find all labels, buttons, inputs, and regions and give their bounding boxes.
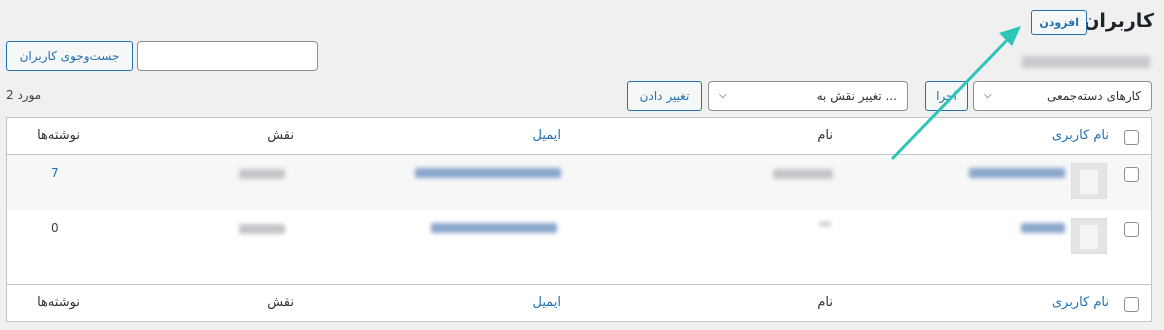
apply-button[interactable]: اجرا — [925, 81, 968, 111]
blurred-role — [239, 224, 285, 234]
table-row: 0 — [7, 210, 1151, 266]
column-username-header[interactable]: نام کاربری — [1052, 128, 1109, 143]
blurred-email-link[interactable] — [431, 223, 557, 233]
select-all-checkbox-footer[interactable] — [1124, 297, 1139, 312]
column-email-footer[interactable]: ایمیل — [532, 295, 561, 310]
change-role-value: تغییر نقش به ... — [816, 89, 897, 103]
posts-count-link[interactable]: 7 — [51, 166, 59, 180]
bulk-actions-value: کارهای دسته‌جمعی — [1047, 89, 1141, 103]
table-header: نام کاربری نام ایمیل نقش نوشته‌ها — [7, 118, 1151, 155]
users-table: نام کاربری نام ایمیل نقش نوشته‌ها 7 0 نا… — [6, 117, 1152, 322]
bulk-actions-select[interactable]: کارهای دسته‌جمعی ⌵ — [973, 81, 1152, 111]
column-role-footer: نقش — [267, 295, 294, 310]
search-users-button[interactable]: جست‌وجوی کاربران — [6, 41, 133, 71]
blurred-username-link[interactable] — [1021, 223, 1065, 233]
change-role-select[interactable]: تغییر نقش به ... ⌵ — [708, 81, 908, 111]
items-count: 2 مورد — [6, 88, 42, 102]
column-posts-footer: نوشته‌ها — [37, 295, 80, 310]
blurred-name — [819, 222, 831, 226]
column-email-header[interactable]: ایمیل — [532, 128, 561, 143]
avatar — [1071, 163, 1107, 199]
blurred-subtitle — [1022, 56, 1150, 68]
column-name-footer: نام — [817, 295, 833, 310]
blurred-username-link[interactable] — [969, 168, 1065, 178]
column-role-header: نقش — [267, 128, 294, 143]
column-username-footer[interactable]: نام کاربری — [1052, 295, 1109, 310]
row-checkbox[interactable] — [1124, 167, 1139, 182]
search-input[interactable] — [137, 41, 318, 71]
column-name-header: نام — [817, 128, 833, 143]
row-checkbox[interactable] — [1124, 222, 1139, 237]
blurred-name — [773, 169, 833, 179]
blurred-role — [239, 169, 285, 179]
posts-count: 0 — [51, 221, 59, 235]
table-footer: نام کاربری نام ایمیل نقش نوشته‌ها — [7, 284, 1151, 321]
change-role-button[interactable]: تغییر دادن — [627, 81, 702, 111]
avatar — [1071, 218, 1107, 254]
add-user-button[interactable]: افزودن — [1031, 10, 1087, 35]
blurred-email-link[interactable] — [415, 168, 561, 178]
table-row: 7 — [7, 155, 1151, 210]
select-all-checkbox[interactable] — [1124, 130, 1139, 145]
page-title: کاربران — [1083, 10, 1154, 32]
chevron-down-icon: ⌵ — [984, 90, 992, 101]
column-posts-header: نوشته‌ها — [37, 128, 80, 143]
chevron-down-icon: ⌵ — [719, 90, 727, 101]
